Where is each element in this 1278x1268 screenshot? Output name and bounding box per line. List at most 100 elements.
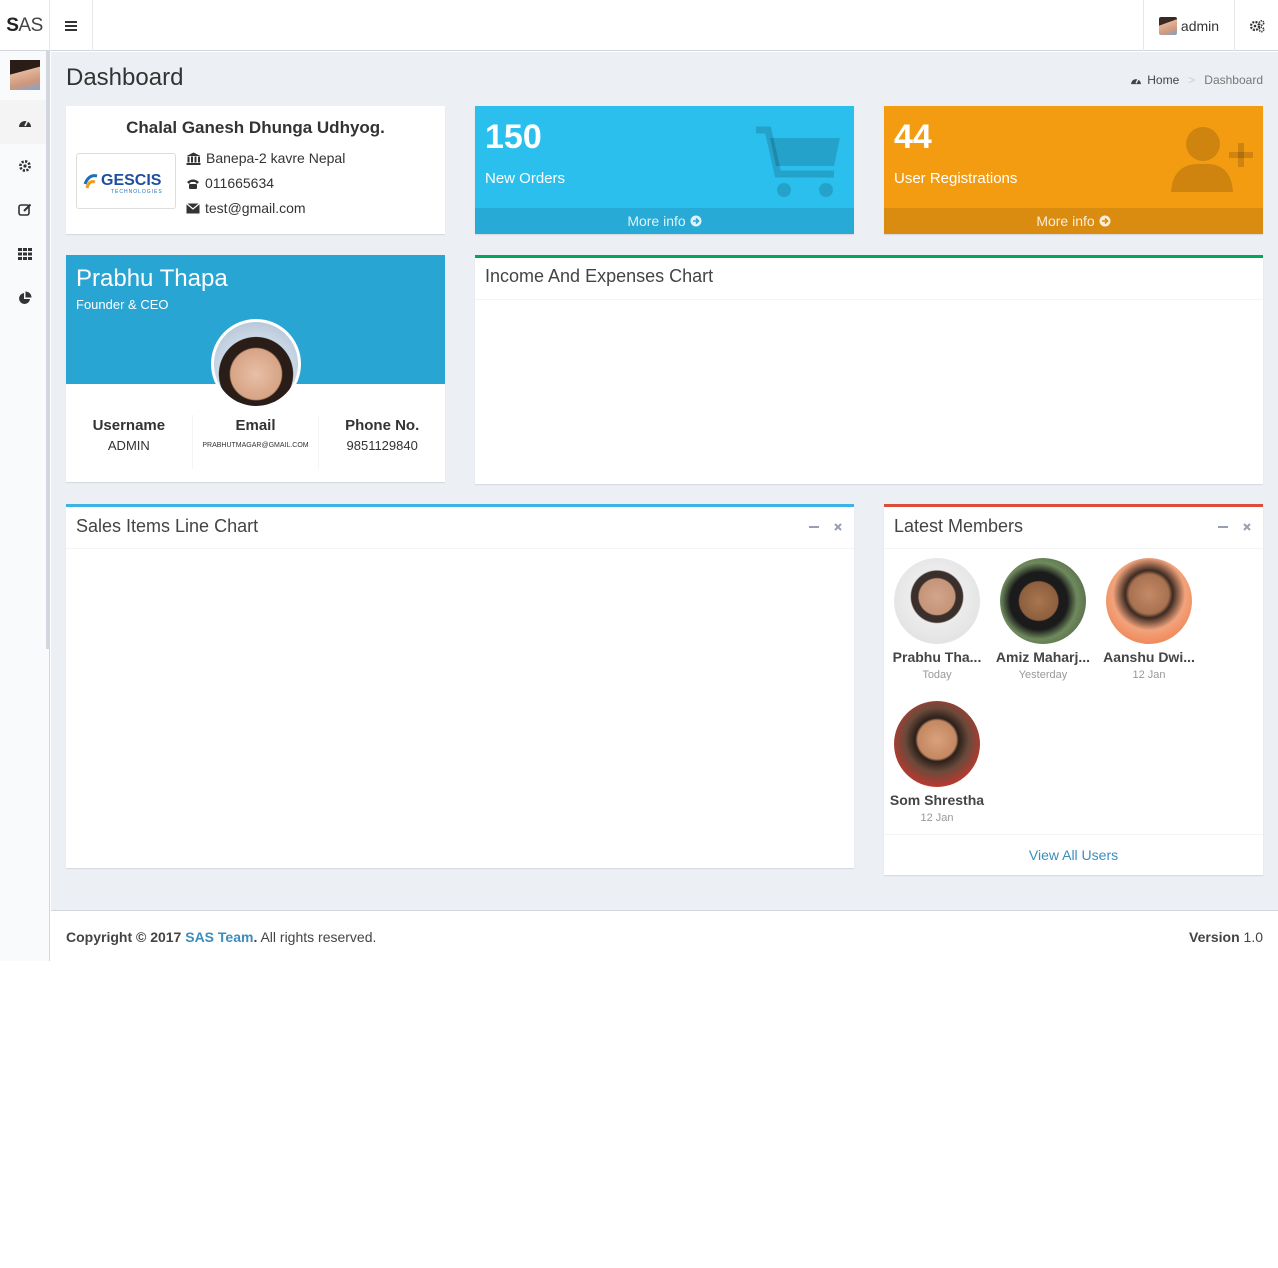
version: Version 1.0: [1189, 929, 1263, 945]
profile-role: Founder & CEO: [76, 297, 169, 312]
profile-name: Prabhu Thapa: [76, 265, 228, 292]
username-label: Username: [92, 417, 166, 434]
company-phone-row: 011665634: [186, 171, 345, 196]
new-orders-more-info[interactable]: More info: [475, 208, 854, 234]
income-chart-header: Income And Expenses Chart: [475, 258, 1263, 300]
member-date: Today: [922, 669, 952, 681]
breadcrumb: Home > Dashboard: [1130, 73, 1263, 87]
gear-icon: [18, 160, 31, 172]
email-label: Email: [235, 417, 276, 434]
email-value: PRABHUTMAGAR@GMAIL.COM: [202, 442, 309, 449]
user-menu[interactable]: admin: [1143, 0, 1234, 51]
member-name: Amiz Maharj...: [995, 649, 1091, 665]
sidebar-item-charts[interactable]: [0, 276, 49, 320]
sidebar-item-edit[interactable]: [0, 188, 49, 232]
top-header: S AS admin: [0, 0, 1278, 51]
sidebar-user-avatar[interactable]: [10, 60, 40, 90]
more-info-label: More info: [1036, 213, 1095, 229]
user-registrations-box: 44 User Registrations More info: [884, 106, 1263, 234]
sales-line-chart-box: Sales Items Line Chart: [66, 504, 854, 868]
company-logo: GESCIS TECHNOLOGIES: [76, 153, 176, 209]
members-title: Latest Members: [894, 516, 1024, 536]
breadcrumb-current: Dashboard: [1204, 73, 1263, 87]
members-header: Latest Members: [884, 507, 1263, 549]
sales-chart-header: Sales Items Line Chart: [66, 507, 854, 549]
dashboard-icon: [18, 119, 31, 127]
member-avatar: [1106, 558, 1192, 644]
collapse-button[interactable]: [1217, 517, 1229, 537]
collapse-button[interactable]: [808, 517, 820, 537]
company-contact: Banepa-2 kavre Nepal 011665634 test@gmai…: [186, 146, 345, 221]
sidebar-item-dashboard[interactable]: [0, 100, 49, 144]
user-registrations-more-info[interactable]: More info: [884, 208, 1263, 234]
profile-phone: Phone No. 9851129840: [319, 415, 445, 469]
user-registrations-count: 44: [894, 118, 932, 156]
member-item[interactable]: Prabhu Tha... Today: [884, 558, 990, 681]
remove-button[interactable]: [1241, 517, 1253, 537]
profile-avatar: [211, 319, 301, 409]
company-name: Chalal Ganesh Dhunga Udhyog.: [126, 118, 385, 137]
user-avatar: [1158, 16, 1177, 35]
sales-chart-tools: [808, 517, 844, 537]
rights-text: All rights reserved.: [257, 929, 377, 945]
envelope-icon: [186, 203, 200, 214]
version-label: Version: [1189, 929, 1240, 945]
income-expenses-chart-box: Income And Expenses Chart: [475, 255, 1263, 484]
bank-icon: [186, 152, 201, 165]
user-registrations-label: User Registrations: [894, 170, 1018, 187]
company-logo-text: GESCIS: [101, 172, 162, 189]
member-item[interactable]: Amiz Maharj... Yesterday: [990, 558, 1096, 681]
member-date: 12 Jan: [920, 812, 954, 824]
phone-value: 9851129840: [346, 438, 418, 453]
phone-icon: [187, 179, 199, 189]
logo-bold: S: [6, 14, 19, 36]
arrow-circle-right-icon: [690, 215, 702, 227]
gears-icon: [1249, 19, 1265, 33]
sidebar-scrollbar[interactable]: [46, 51, 49, 649]
hamburger-icon: [65, 20, 77, 31]
member-name: Prabhu Tha...: [892, 649, 982, 665]
member-date: Yesterday: [1018, 669, 1068, 681]
sidebar-item-settings[interactable]: [0, 144, 49, 188]
member-avatar: [894, 558, 980, 644]
profile-email: Email PRABHUTMAGAR@GMAIL.COM: [193, 415, 320, 469]
member-item[interactable]: Aanshu Dwi... 12 Jan: [1096, 558, 1202, 681]
company-address-row: Banepa-2 kavre Nepal: [186, 146, 345, 171]
copyright-text: Copyright © 2017: [66, 929, 186, 945]
company-email: test@gmail.com: [205, 200, 306, 216]
version-number: 1.0: [1239, 929, 1263, 945]
pie-chart-icon: [18, 291, 31, 304]
page-footer: Copyright © 2017 SAS Team. All rights re…: [51, 910, 1278, 961]
profile-stats: Username ADMIN Email PRABHUTMAGAR@GMAIL.…: [66, 415, 445, 469]
edit-icon: [17, 203, 31, 216]
profile-widget: Prabhu Thapa Founder & CEO Username ADMI…: [66, 255, 445, 482]
logo-rest: AS: [18, 14, 43, 36]
shopping-cart-icon: [756, 126, 840, 197]
user-plus-icon: [1171, 127, 1253, 192]
new-orders-box: 150 New Orders More info: [475, 106, 854, 234]
members-tools: [1217, 517, 1253, 537]
company-phone: 011665634: [205, 175, 275, 191]
username-value: ADMIN: [107, 438, 150, 453]
minus-icon: [809, 526, 819, 528]
latest-members-box: Latest Members Prabhu Tha... Today Amiz …: [884, 504, 1263, 875]
breadcrumb-home-link[interactable]: Home: [1147, 73, 1179, 87]
profile-username: Username ADMIN: [66, 415, 193, 469]
sidebar-item-apps[interactable]: [0, 232, 49, 276]
breadcrumb-separator: >: [1188, 73, 1196, 87]
company-logo-subtext: TECHNOLOGIES: [111, 189, 163, 195]
member-date: 12 Jan: [1132, 669, 1166, 681]
member-item[interactable]: Som Shrestha 12 Jan: [884, 701, 990, 824]
dashboard-icon: [1131, 78, 1142, 85]
team-link[interactable]: SAS Team: [185, 929, 253, 945]
sales-chart-title: Sales Items Line Chart: [76, 516, 259, 536]
sidebar-toggle-button[interactable]: [50, 0, 93, 51]
company-address: Banepa-2 kavre Nepal: [206, 150, 346, 166]
page-title: Dashboard: [66, 64, 184, 91]
new-orders-count: 150: [485, 118, 542, 156]
grid-icon: [17, 248, 32, 260]
settings-button[interactable]: [1234, 0, 1278, 51]
view-all-users-link[interactable]: View All Users: [884, 834, 1263, 875]
app-logo[interactable]: S AS: [0, 0, 50, 51]
remove-button[interactable]: [832, 517, 844, 537]
